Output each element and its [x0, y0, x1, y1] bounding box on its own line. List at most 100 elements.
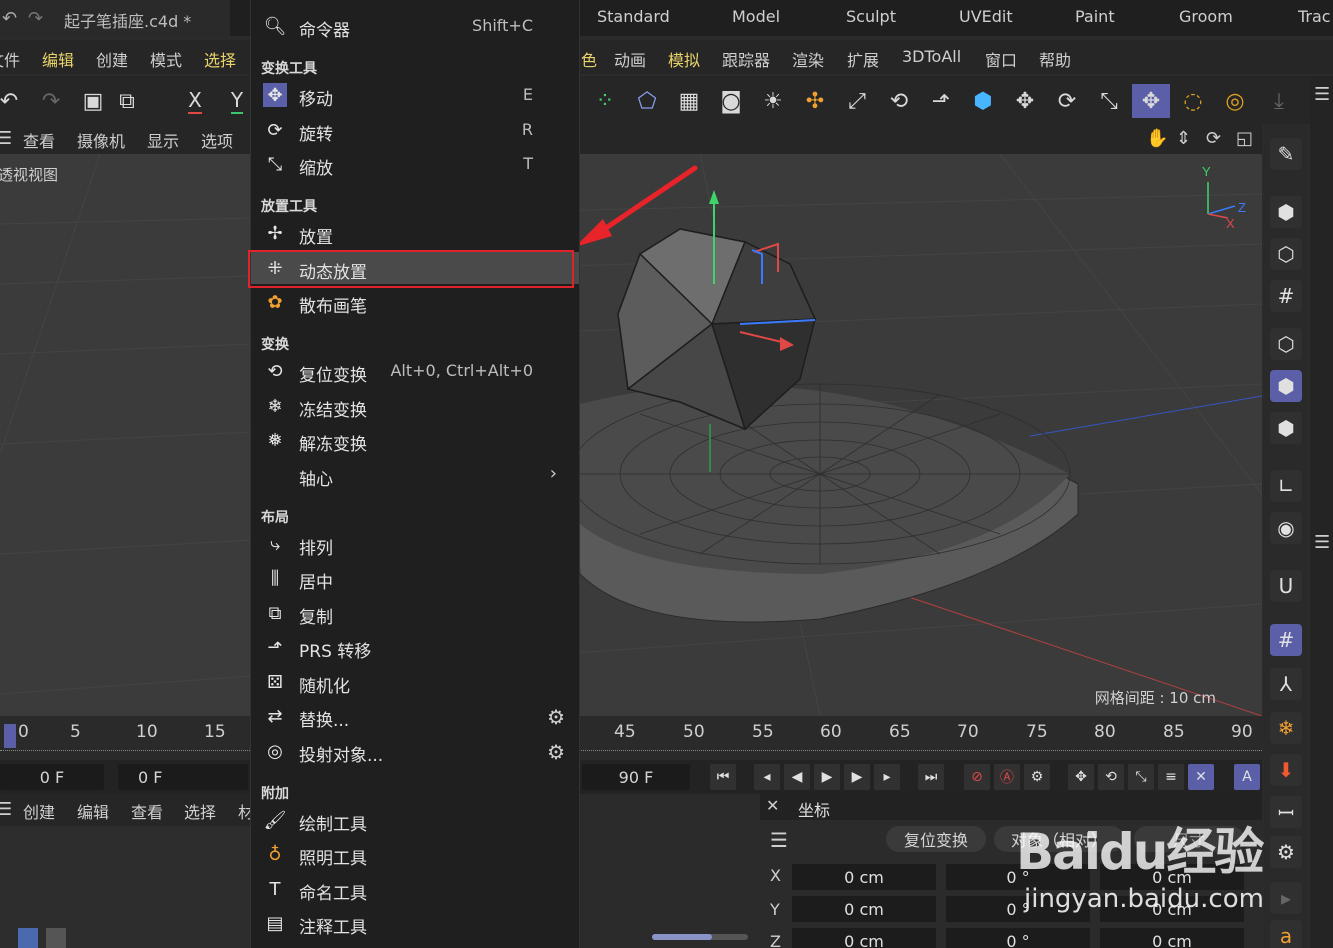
workspace-tab-model[interactable]: Model — [732, 7, 780, 26]
paint-icon[interactable]: a — [1270, 920, 1302, 948]
point-level-icon[interactable]: ✕ — [1188, 764, 1214, 790]
transform-icon[interactable]: ⤢ — [840, 84, 874, 118]
menu-item-center[interactable]: ⫼ 居中 — [251, 562, 579, 594]
snap-icon[interactable]: ✣ — [798, 84, 832, 118]
prev-key-icon[interactable]: ◂ — [754, 764, 780, 790]
menu-item-unfreeze-transform[interactable]: ❅ 解冻变换 — [251, 424, 579, 456]
menu-item-duplicate[interactable]: ⧉ 复制 — [251, 597, 579, 629]
menu-item-prs-transfer[interactable]: ⬏ PRS 转移 — [251, 631, 579, 663]
points-icon[interactable]: ⬡ — [1270, 328, 1302, 360]
position-x-field[interactable]: 0 cm — [792, 864, 936, 890]
record-icon[interactable]: ⊘ — [964, 764, 990, 790]
position-y-field[interactable]: 0 cm — [792, 896, 936, 922]
viewport-menu-options[interactable]: 选项 — [201, 128, 233, 152]
polygon-pen-icon[interactable]: ⬠ — [630, 84, 664, 118]
camera-icon[interactable]: ◙ — [714, 84, 748, 118]
move-active-icon[interactable]: ✥ — [1132, 84, 1170, 118]
redo-icon[interactable]: ↷ — [34, 84, 68, 118]
maximize-icon[interactable]: ◱ — [1236, 128, 1253, 149]
rotate-key-icon[interactable]: ⟲ — [1098, 764, 1124, 790]
menu-icon[interactable]: ☰ — [770, 828, 788, 852]
workspace-tab-sculpt[interactable]: Sculpt — [846, 7, 896, 26]
go-to-start-icon[interactable]: ⏮ — [710, 764, 736, 790]
drop-icon[interactable]: ⬇ — [1270, 754, 1302, 786]
menu-item-lighting-tool[interactable]: ♁ 照明工具 — [251, 838, 579, 870]
next-frame-icon[interactable]: ▶ — [844, 764, 870, 790]
orbit-icon[interactable]: ⟳ — [1206, 128, 1221, 149]
symmetry-icon[interactable]: ꟷ — [1270, 796, 1302, 828]
menu-edit[interactable]: 编辑 — [42, 47, 74, 71]
menu-render[interactable]: 渲染 — [792, 47, 824, 71]
menu-mode[interactable]: 模式 — [150, 47, 182, 71]
freeze-icon[interactable]: ❄ — [1270, 712, 1302, 744]
menu-window[interactable]: 窗口 — [985, 47, 1017, 71]
move-icon[interactable]: ✥ — [1008, 84, 1042, 118]
end-frame-field[interactable]: 90 F — [582, 764, 690, 790]
menu-item-commander[interactable]: 🔍︎ 命令器 Shift+C — [251, 10, 579, 42]
grid-view-icon[interactable] — [18, 928, 38, 948]
menu-create[interactable]: 创建 — [96, 47, 128, 71]
magnet-icon[interactable]: U — [1270, 570, 1302, 602]
menu-icon[interactable]: ☰ — [1314, 532, 1330, 553]
menu-item-paint-tool[interactable]: 🖌︎ 绘制工具 — [251, 804, 579, 836]
dynamic-place-icon[interactable]: ◌ — [1176, 84, 1210, 118]
menu-extensions[interactable]: 扩展 — [847, 47, 879, 71]
position-z-field[interactable]: 0 cm — [792, 928, 936, 948]
menu-item-project[interactable]: ◎ 投射对象... ⚙ — [251, 735, 579, 767]
start-frame-field[interactable]: 0 F — [118, 764, 248, 790]
scale-key-icon[interactable]: ⤡ — [1128, 764, 1154, 790]
size-z-field[interactable]: 0 cm — [1100, 928, 1244, 948]
workspace-tab-standard[interactable]: Standard — [597, 7, 670, 26]
menu-3dtoall[interactable]: 3DToAll — [902, 47, 961, 66]
viewport-menu-icon[interactable]: ☰ — [0, 128, 12, 149]
viewport-menu-camera[interactable]: 摄像机 — [77, 128, 125, 152]
gear-icon[interactable]: ⚙ — [547, 740, 565, 764]
material-menu-create[interactable]: 创建 — [23, 799, 55, 823]
menu-icon[interactable]: ☰ — [1314, 84, 1330, 105]
menu-icon[interactable]: ☰ — [0, 799, 12, 820]
anim-mode-icon[interactable]: A — [1234, 764, 1260, 790]
menu-item-place[interactable]: ✢ 放置 — [251, 217, 579, 249]
menu-item-annotation-tool[interactable]: ▤ 注释工具 — [251, 907, 579, 939]
workspace-tab-groom[interactable]: Groom — [1179, 7, 1233, 26]
viewport-menu-display[interactable]: 显示 — [147, 128, 179, 152]
grid-plane-icon[interactable]: ▦ — [672, 84, 706, 118]
axis-reset-icon[interactable]: ⬏ — [924, 84, 958, 118]
workspace-tab-paint[interactable]: Paint — [1075, 7, 1115, 26]
material-menu-select[interactable]: 选择 — [184, 799, 216, 823]
prev-frame-icon[interactable]: ◀ — [784, 764, 810, 790]
menu-simulate[interactable]: 模拟 — [668, 47, 700, 71]
texture-mode-icon[interactable]: ⬡ — [1270, 238, 1302, 270]
edit-pen-icon[interactable]: ✎ — [1270, 138, 1302, 170]
menu-item-arrange[interactable]: ⤷ 排列 — [251, 528, 579, 560]
viewport-3d[interactable]: Y Z X 透视视图 网格间距 : 10 cm — [0, 154, 1262, 716]
playhead[interactable] — [4, 724, 16, 748]
viewport-menu-view[interactable]: 查看 — [23, 128, 55, 152]
polygons-icon[interactable]: ⬢ — [1270, 412, 1302, 444]
model-mode-icon[interactable]: ⬢ — [1270, 196, 1302, 228]
material-menu-edit[interactable]: 编辑 — [77, 799, 109, 823]
undo-icon[interactable]: ↶ — [0, 84, 26, 118]
param-key-icon[interactable]: ≡ — [1158, 764, 1184, 790]
menu-tracker[interactable]: 跟踪器 — [722, 47, 770, 71]
file-tab[interactable]: ↶ ↷ 起子笔插座.c4d * — [0, 0, 230, 36]
menu-select[interactable]: 选择 — [204, 47, 236, 71]
menu-item-freeze-transform[interactable]: ❄ 冻结变换 — [251, 390, 579, 422]
edges-icon[interactable]: ⬢ — [1270, 370, 1302, 402]
move-key-icon[interactable]: ✥ — [1068, 764, 1094, 790]
cube-icon[interactable]: ⬢ — [966, 84, 1000, 118]
menu-item-replace[interactable]: ⇄ 替换... ⚙ — [251, 700, 579, 732]
download-icon[interactable]: ⤓ — [1262, 84, 1296, 118]
menu-item-reset-transform[interactable]: ⟲ 复位变换 Alt+0, Ctrl+Alt+0 — [251, 355, 579, 387]
points-mode-icon[interactable]: ⁘ — [588, 84, 622, 118]
menu-item-scale[interactable]: ⤡ 缩放 T — [251, 148, 579, 180]
menu-file[interactable]: 文件 — [0, 47, 20, 71]
rotate-icon[interactable]: ⟳ — [1050, 84, 1084, 118]
menu-help[interactable]: 帮助 — [1039, 47, 1071, 71]
menu-item-pivot[interactable]: 轴心 › — [251, 459, 579, 491]
keyframe-settings-icon[interactable]: ⚙ — [1024, 764, 1050, 790]
workspace-tab-track[interactable]: Trac — [1298, 7, 1331, 26]
redo-icon[interactable]: ↷ — [28, 8, 43, 29]
workplane-icon[interactable]: # — [1270, 280, 1302, 312]
material-menu-view[interactable]: 查看 — [131, 799, 163, 823]
